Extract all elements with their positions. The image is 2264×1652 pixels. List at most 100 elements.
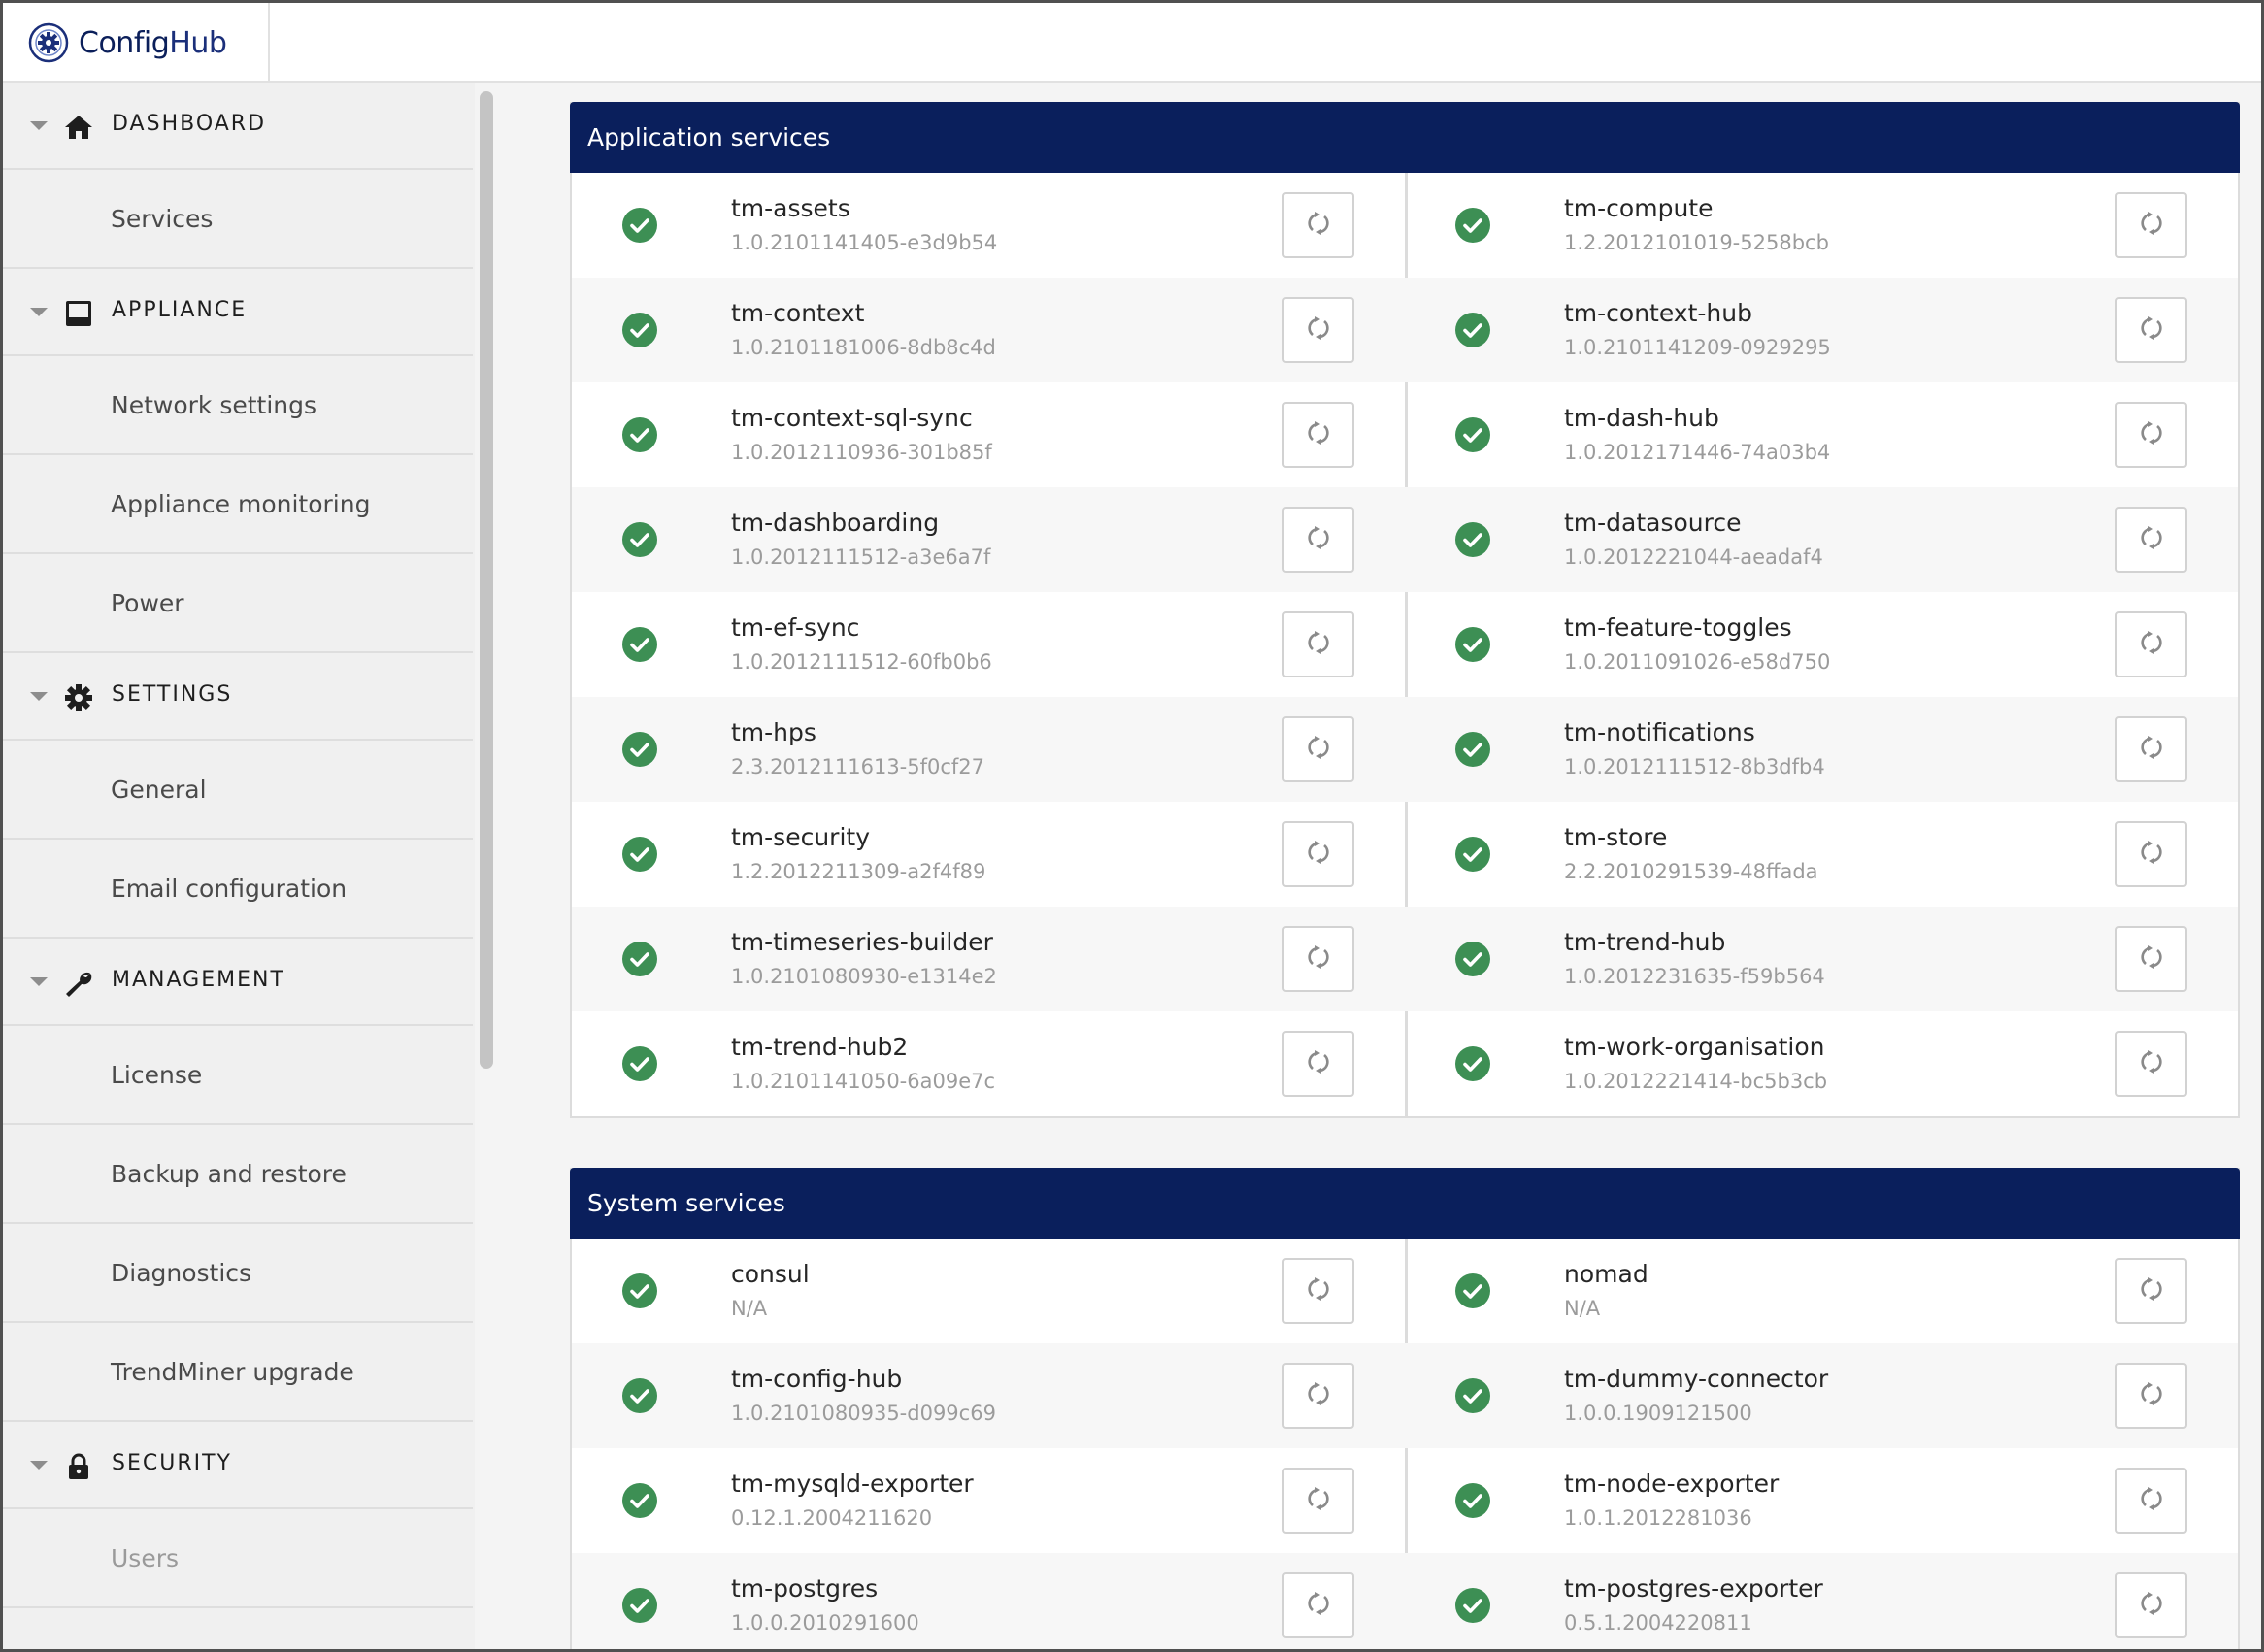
caret-down-icon[interactable]: [30, 692, 48, 701]
restart-service-button[interactable]: [2115, 611, 2187, 677]
refresh-icon: [2137, 1274, 2166, 1307]
sidebar-item-backup-and-restore[interactable]: Backup and restore: [3, 1125, 473, 1224]
refresh-icon: [1304, 418, 1333, 451]
service-version: 1.0.2012111512-60fb0b6: [731, 650, 992, 674]
refresh-icon: [1304, 209, 1333, 242]
restart-service-button[interactable]: [1282, 926, 1354, 992]
restart-service-button[interactable]: [2115, 1258, 2187, 1324]
service-row: tm-dummy-connector 1.0.0.1909121500: [1405, 1343, 2238, 1448]
service-row: tm-compute 1.2.2012101019-5258bcb: [1405, 173, 2238, 278]
sidebar-item-appliance-monitoring[interactable]: Appliance monitoring: [3, 455, 473, 554]
caret-down-icon[interactable]: [30, 121, 48, 130]
restart-service-button[interactable]: [1282, 1258, 1354, 1324]
service-version: N/A: [1564, 1297, 1601, 1320]
sidebar-item-network-settings[interactable]: Network settings: [3, 356, 473, 455]
status-ok-check-icon: [622, 1273, 657, 1308]
service-version: 2.3.2012111613-5f0cf27: [731, 755, 985, 778]
restart-service-button[interactable]: [1282, 716, 1354, 782]
service-name: tm-dashboarding: [731, 509, 940, 537]
restart-service-button[interactable]: [2115, 821, 2187, 887]
service-row: tm-security 1.2.2012211309-a2f4f89: [572, 802, 1405, 907]
status-ok-check-icon: [1455, 627, 1490, 662]
restart-service-button[interactable]: [1282, 297, 1354, 363]
service-name: tm-compute: [1564, 194, 1714, 222]
sidebar-item-email-configuration[interactable]: Email configuration: [3, 840, 473, 939]
status-ok-check-icon: [622, 417, 657, 452]
service-row: tm-dash-hub 1.0.2012171446-74a03b4: [1405, 382, 2238, 487]
restart-service-button[interactable]: [2115, 297, 2187, 363]
refresh-icon: [1304, 1047, 1333, 1080]
refresh-icon: [2137, 523, 2166, 556]
sidebar-item-general[interactable]: General: [3, 741, 473, 840]
refresh-icon: [2137, 733, 2166, 766]
status-ok-check-icon: [1455, 1588, 1490, 1623]
refresh-icon: [2137, 838, 2166, 871]
application-services-grid: tm-assets 1.0.2101141405-e3d9b54 tm-comput…: [572, 173, 2238, 1116]
restart-service-button[interactable]: [1282, 611, 1354, 677]
restart-service-button[interactable]: [1282, 1363, 1354, 1429]
refresh-icon: [2137, 1379, 2166, 1412]
refresh-icon: [1304, 1484, 1333, 1517]
restart-service-button[interactable]: [2115, 507, 2187, 573]
service-name: tm-context: [731, 299, 865, 327]
refresh-icon: [1304, 1379, 1333, 1412]
caret-down-icon[interactable]: [30, 308, 48, 316]
brand-name-config: Config: [79, 25, 170, 60]
status-ok-check-icon: [1455, 1483, 1490, 1518]
caret-down-icon[interactable]: [30, 977, 48, 986]
sidebar-section-security[interactable]: SECURITY: [3, 1422, 473, 1509]
sidebar-section-label: SECURITY: [112, 1451, 232, 1475]
restart-service-button[interactable]: [1282, 821, 1354, 887]
restart-service-button[interactable]: [1282, 507, 1354, 573]
application-services-panel: Application services tm-assets 1.0.210114…: [570, 102, 2240, 1118]
restart-service-button[interactable]: [2115, 1468, 2187, 1534]
sidebar-item-trendminer-upgrade[interactable]: TrendMiner upgrade: [3, 1323, 473, 1422]
refresh-icon: [1304, 838, 1333, 871]
restart-service-button[interactable]: [2115, 1572, 2187, 1638]
service-version: 1.2.2012101019-5258bcb: [1564, 231, 1829, 254]
status-ok-check-icon: [1455, 1046, 1490, 1081]
sidebar-item-services[interactable]: Services: [3, 170, 473, 269]
service-name: tm-work-organisation: [1564, 1033, 1825, 1061]
restart-service-button[interactable]: [1282, 1031, 1354, 1097]
sidebar-section-management[interactable]: MANAGEMENT: [3, 939, 473, 1026]
restart-service-button[interactable]: [2115, 402, 2187, 468]
service-name: tm-ef-sync: [731, 613, 860, 642]
service-name: tm-config-hub: [731, 1365, 903, 1393]
refresh-icon: [2137, 1589, 2166, 1622]
sidebar-section-appliance[interactable]: APPLIANCE: [3, 269, 473, 356]
restart-service-button[interactable]: [2115, 192, 2187, 258]
sidebar-item-diagnostics[interactable]: Diagnostics: [3, 1224, 473, 1323]
sidebar-section-settings[interactable]: SETTINGS: [3, 653, 473, 741]
refresh-icon: [1304, 1589, 1333, 1622]
restart-service-button[interactable]: [1282, 1468, 1354, 1534]
sidebar-item-users[interactable]: Users: [3, 1509, 473, 1608]
restart-service-button[interactable]: [2115, 1363, 2187, 1429]
service-row: tm-ef-sync 1.0.2012111512-60fb0b6: [572, 592, 1405, 697]
status-ok-check-icon: [1455, 417, 1490, 452]
refresh-icon: [2137, 418, 2166, 451]
sidebar-section-dashboard[interactable]: DASHBOARD: [3, 83, 473, 170]
service-name: tm-datasource: [1564, 509, 1742, 537]
service-row: tm-dashboarding 1.0.2012111512-a3e6a7f: [572, 487, 1405, 592]
sidebar-item-power[interactable]: Power: [3, 554, 473, 653]
restart-service-button[interactable]: [1282, 1572, 1354, 1638]
caret-down-icon[interactable]: [30, 1461, 48, 1470]
sidebar-scrollbar-thumb[interactable]: [480, 91, 493, 1069]
sidebar-section-label: MANAGEMENT: [112, 968, 285, 992]
service-row: tm-notifications 1.0.2012111512-8b3dfb4: [1405, 697, 2238, 802]
status-ok-check-icon: [622, 1588, 657, 1623]
brand-name: ConfigHub: [79, 25, 227, 60]
restart-service-button[interactable]: [2115, 716, 2187, 782]
restart-service-button[interactable]: [2115, 926, 2187, 992]
restart-service-button[interactable]: [1282, 402, 1354, 468]
sidebar-item-license[interactable]: License: [3, 1026, 473, 1125]
status-ok-check-icon: [622, 522, 657, 557]
brand-logo[interactable]: ConfigHub: [3, 3, 270, 83]
service-version: 1.0.2101181006-8db8c4d: [731, 336, 996, 359]
restart-service-button[interactable]: [2115, 1031, 2187, 1097]
restart-service-button[interactable]: [1282, 192, 1354, 258]
service-version: 0.5.1.2004220811: [1564, 1611, 1752, 1635]
refresh-icon: [1304, 628, 1333, 661]
service-name: tm-postgres: [731, 1574, 879, 1602]
